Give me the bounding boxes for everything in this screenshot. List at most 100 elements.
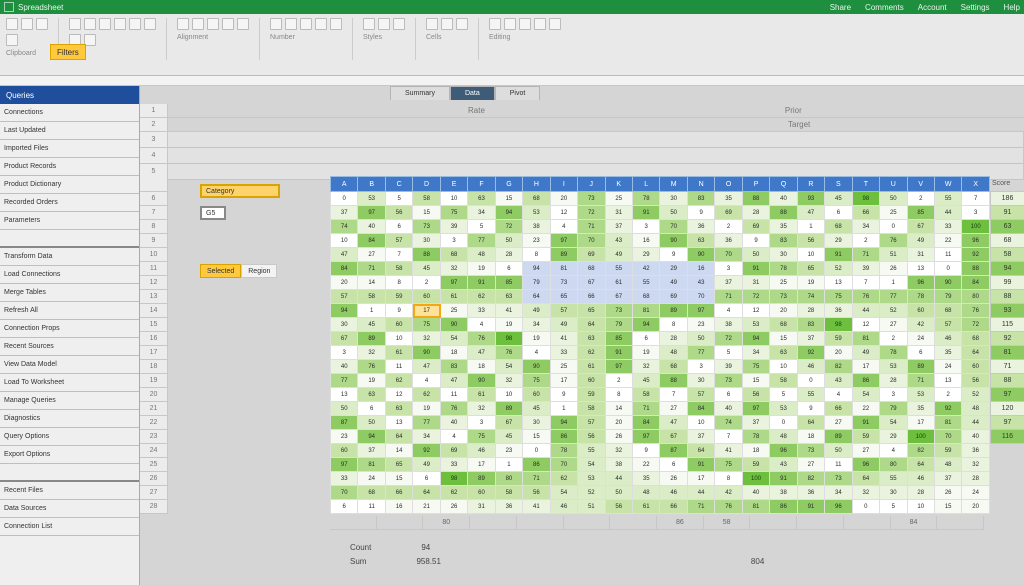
heatmap-cell[interactable]: 59 [743, 458, 770, 472]
heatmap-cell[interactable]: 71 [715, 290, 742, 304]
left-panel-item[interactable]: Recent Sources [0, 338, 139, 356]
tab-data[interactable]: Data [450, 86, 495, 100]
heatmap-cell[interactable]: 11 [386, 360, 413, 374]
heatmap-cell[interactable]: 54 [441, 332, 468, 346]
heatmap-cell[interactable]: 89 [358, 332, 385, 346]
score-cell[interactable]: 88 [990, 374, 1024, 388]
heatmap-cell[interactable]: 20 [606, 416, 633, 430]
column-header[interactable]: B [358, 176, 385, 192]
heatmap-cell[interactable]: 64 [523, 290, 550, 304]
heatmap-cell[interactable]: 48 [633, 486, 660, 500]
heatmap-cell[interactable]: 67 [908, 220, 935, 234]
heatmap-cell[interactable]: 83 [770, 234, 797, 248]
heatmap-cell[interactable]: 0 [330, 192, 358, 206]
heatmap-cell[interactable]: 77 [468, 234, 495, 248]
heatmap-cell[interactable]: 55 [578, 444, 605, 458]
heatmap-cell[interactable]: 78 [908, 290, 935, 304]
heatmap-cell[interactable]: 18 [798, 430, 825, 444]
heatmap-cell[interactable]: 50 [330, 402, 358, 416]
footer-cell[interactable] [937, 516, 984, 529]
tab-summary[interactable]: Summary [390, 86, 450, 100]
heatmap-cell[interactable]: 8 [386, 276, 413, 290]
heatmap-cell[interactable]: 91 [633, 206, 660, 220]
column-header[interactable]: V [908, 176, 935, 192]
heatmap-cell[interactable]: 42 [633, 262, 660, 276]
column-header[interactable]: E [441, 176, 468, 192]
heatmap-cell[interactable]: 40 [770, 192, 797, 206]
heatmap-cell[interactable]: 26 [880, 262, 907, 276]
heatmap-cell[interactable]: 47 [413, 360, 440, 374]
heatmap-cell[interactable]: 24 [908, 332, 935, 346]
heatmap-cell[interactable]: 63 [770, 346, 797, 360]
heatmap-cell[interactable]: 17 [908, 416, 935, 430]
percent-icon[interactable] [285, 18, 297, 30]
heatmap-cell[interactable]: 88 [770, 206, 797, 220]
heatmap-cell[interactable]: 36 [688, 220, 715, 234]
heatmap-cell[interactable]: 94 [496, 206, 523, 220]
heatmap-cell[interactable]: 59 [853, 430, 880, 444]
heatmap-cell[interactable]: 22 [935, 234, 962, 248]
heatmap-cell[interactable]: 80 [880, 458, 907, 472]
heatmap-cell[interactable]: 96 [908, 276, 935, 290]
heatmap-cell[interactable]: 10 [798, 248, 825, 262]
heatmap-cell[interactable]: 24 [935, 360, 962, 374]
heatmap-cell[interactable]: 92 [935, 402, 962, 416]
row-header[interactable]: 14 [140, 304, 168, 318]
row-header[interactable]: 23 [140, 430, 168, 444]
heatmap-cell[interactable]: 6 [330, 500, 358, 514]
heatmap-cell[interactable]: 59 [935, 444, 962, 458]
heatmap-cell[interactable]: 98 [825, 318, 852, 332]
heatmap-cell[interactable]: 84 [358, 234, 385, 248]
heatmap-cell[interactable]: 58 [386, 262, 413, 276]
heatmap-cell[interactable]: 28 [798, 304, 825, 318]
heatmap-cell[interactable]: 2 [413, 276, 440, 290]
heatmap-cell[interactable]: 58 [413, 192, 440, 206]
heatmap-cell[interactable]: 73 [825, 472, 852, 486]
left-panel-item[interactable]: Query Options [0, 428, 139, 446]
heatmap-cell[interactable]: 42 [715, 486, 742, 500]
heatmap-cell[interactable]: 94 [633, 318, 660, 332]
heatmap-cell[interactable]: 96 [962, 234, 989, 248]
heatmap-cell[interactable]: 88 [743, 192, 770, 206]
heatmap-cell[interactable]: 71 [578, 220, 605, 234]
heatmap-cell[interactable]: 70 [715, 248, 742, 262]
heatmap-cell[interactable]: 16 [633, 234, 660, 248]
heatmap-cell[interactable]: 30 [523, 416, 550, 430]
heatmap-cell[interactable]: 84 [688, 402, 715, 416]
heatmap-cell[interactable]: 62 [551, 472, 578, 486]
cell-styles-icon[interactable] [393, 18, 405, 30]
heatmap-cell[interactable]: 67 [606, 290, 633, 304]
mini-tab-region[interactable]: Region [241, 264, 277, 278]
heatmap-cell[interactable]: 34 [743, 346, 770, 360]
heatmap-cell[interactable]: 97 [551, 234, 578, 248]
decimal-dec-icon[interactable] [330, 18, 342, 30]
heatmap-cell[interactable]: 76 [468, 332, 495, 346]
heatmap-cell[interactable]: 35 [715, 192, 742, 206]
heatmap-cell[interactable]: 94 [551, 416, 578, 430]
heatmap-cell[interactable]: 81 [935, 416, 962, 430]
heatmap-cell[interactable]: 48 [935, 458, 962, 472]
heatmap-cell[interactable]: 9 [798, 402, 825, 416]
heatmap-cell[interactable]: 57 [386, 234, 413, 248]
heatmap-cell[interactable]: 87 [330, 416, 358, 430]
heatmap-cell[interactable]: 12 [386, 388, 413, 402]
heatmap-cell[interactable]: 43 [825, 374, 852, 388]
heatmap-cell[interactable]: 78 [770, 262, 797, 276]
heatmap-cell[interactable]: 56 [386, 206, 413, 220]
left-panel-item[interactable]: Data Sources [0, 500, 139, 518]
heatmap-cell[interactable]: 44 [962, 416, 989, 430]
heatmap-cell[interactable]: 98 [441, 472, 468, 486]
heatmap-cell[interactable]: 2 [606, 374, 633, 388]
heatmap-cell[interactable]: 92 [413, 444, 440, 458]
column-header[interactable]: N [688, 176, 715, 192]
heatmap-cell[interactable]: 19 [468, 262, 495, 276]
heatmap-cell[interactable]: 52 [962, 388, 989, 402]
score-cell[interactable]: 94 [990, 262, 1024, 276]
heatmap-cell[interactable]: 8 [715, 472, 742, 486]
heatmap-cell[interactable]: 88 [660, 374, 687, 388]
heatmap-cell[interactable]: 80 [496, 472, 523, 486]
heatmap-cell[interactable]: 33 [468, 304, 495, 318]
heatmap-cell[interactable]: 22 [633, 458, 660, 472]
heatmap-cell[interactable]: 60 [523, 388, 550, 402]
heatmap-cell[interactable]: 60 [962, 360, 989, 374]
